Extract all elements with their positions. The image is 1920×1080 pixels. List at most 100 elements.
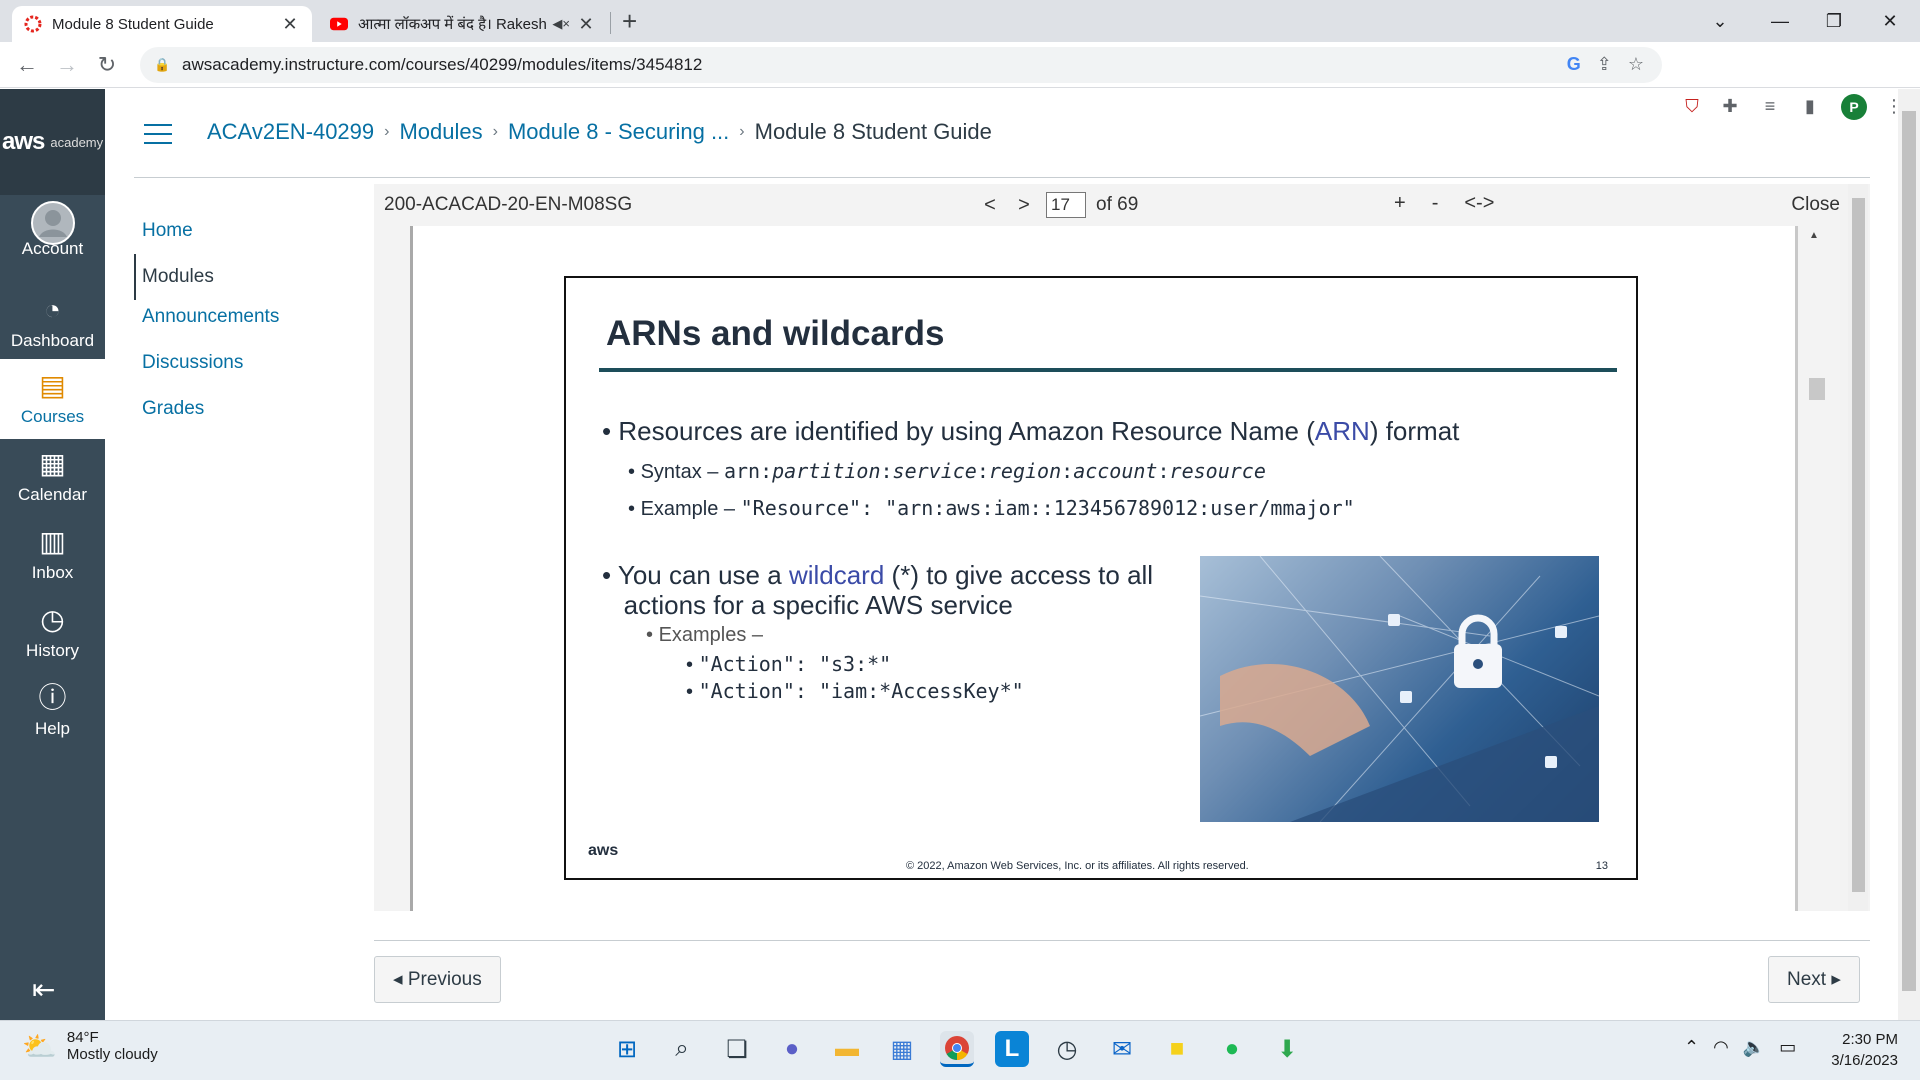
- document-name: 200-ACACAD-20-EN-M08SG: [384, 194, 633, 215]
- task-view-icon[interactable]: ❏: [720, 1031, 754, 1067]
- temperature: 84°F: [66, 1029, 99, 1046]
- extensions-puzzle-icon[interactable]: ✚: [1716, 92, 1744, 120]
- new-tab-button[interactable]: +: [622, 6, 637, 36]
- minimize-button[interactable]: —: [1752, 0, 1808, 42]
- sticky-notes-icon[interactable]: ■: [1160, 1031, 1194, 1067]
- chevron-right-icon: ›: [739, 123, 745, 140]
- title-rule: [599, 368, 1617, 372]
- bookmark-star-icon[interactable]: ☆: [1628, 54, 1644, 75]
- wifi-icon[interactable]: ◠: [1713, 1037, 1729, 1058]
- share-icon[interactable]: ⇪: [1597, 54, 1612, 75]
- address-bar[interactable]: 🔒 awsacademy.instructure.com/courses/402…: [140, 47, 1662, 83]
- fit-width-button[interactable]: <->: [1464, 192, 1494, 215]
- next-page-button[interactable]: >: [1012, 194, 1036, 217]
- tab-close-icon[interactable]: ✕: [576, 14, 596, 35]
- slide-title: ARNs and wildcards: [606, 314, 945, 353]
- tab-youtube[interactable]: आत्मा लॉकअप में बंद है। Rakesh ◀× ✕: [318, 6, 608, 42]
- clock-app-icon[interactable]: ◷: [1050, 1031, 1084, 1067]
- breadcrumb-modules[interactable]: Modules: [399, 119, 482, 145]
- tab-search-icon[interactable]: ⌄: [1692, 0, 1748, 42]
- file-explorer-icon[interactable]: ▬: [830, 1031, 864, 1067]
- global-nav-calendar[interactable]: ▦ Calendar: [0, 447, 105, 505]
- scrollbar-thumb[interactable]: [1852, 198, 1865, 892]
- zoom-out-button[interactable]: -: [1432, 192, 1439, 215]
- speaker-muted-icon[interactable]: ◀×: [552, 16, 570, 32]
- next-button[interactable]: Next ▸: [1768, 956, 1860, 1003]
- taskbar-apps: ⊞ ⌕ ❏ ● ▬ ▦ L ◷ ✉ ■ ● ⬇: [610, 1031, 1304, 1067]
- course-nav-announcements[interactable]: Announcements: [134, 300, 364, 346]
- previous-page-button[interactable]: <: [978, 194, 1002, 217]
- start-windows-icon[interactable]: ⊞: [610, 1031, 644, 1067]
- tab-module-8-student-guide[interactable]: Module 8 Student Guide ✕: [12, 6, 312, 42]
- system-tray: ⌃ ◠ 🔈 ▭: [1684, 1037, 1796, 1058]
- breadcrumb-course[interactable]: ACAv2EN-40299: [207, 119, 374, 145]
- l-app-icon[interactable]: L: [995, 1031, 1029, 1067]
- slide: ARNs and wildcards • Resources are ident…: [564, 276, 1638, 880]
- breadcrumb: ACAv2EN-40299 › Modules › Module 8 - Sec…: [207, 119, 992, 145]
- security-laptop-image: [1200, 556, 1599, 822]
- chevron-up-icon[interactable]: ⌃: [1684, 1037, 1699, 1058]
- volume-icon[interactable]: 🔈: [1743, 1037, 1765, 1058]
- global-navigation: aws academy Account ◔ Dashboard ▤ Course…: [0, 89, 105, 1020]
- viewer-outer-scrollbar[interactable]: [1848, 184, 1868, 911]
- course-nav-discussions[interactable]: Discussions: [134, 346, 364, 392]
- close-viewer-button[interactable]: Close: [1791, 194, 1840, 216]
- global-nav-inbox[interactable]: ▥ Inbox: [0, 525, 105, 583]
- viewer-scrollbar[interactable]: ▲: [1800, 228, 1828, 911]
- google-translate-icon[interactable]: G: [1567, 54, 1581, 75]
- slide-page-number: 13: [1595, 860, 1608, 872]
- page-count: of 69: [1096, 194, 1139, 215]
- microsoft-store-icon[interactable]: ▦: [885, 1031, 919, 1067]
- scrollbar-thumb[interactable]: [1902, 111, 1916, 991]
- collapse-nav-icon[interactable]: ⇤: [32, 973, 55, 1006]
- global-nav-history[interactable]: ◷ History: [0, 603, 105, 661]
- profile-avatar[interactable]: P: [1841, 94, 1867, 120]
- chevron-right-icon: ›: [384, 123, 390, 140]
- taskbar-clock[interactable]: 2:30 PM 3/16/2023: [1831, 1029, 1898, 1071]
- previous-button[interactable]: ◂ Previous: [374, 956, 501, 1003]
- download-app-icon[interactable]: ⬇: [1270, 1031, 1304, 1067]
- global-nav-courses[interactable]: ▤ Courses: [0, 359, 105, 439]
- clock-time: 2:30 PM: [1842, 1031, 1898, 1048]
- breadcrumb-module-8[interactable]: Module 8 - Securing ...: [508, 119, 729, 145]
- forward-icon[interactable]: →: [52, 50, 82, 80]
- dashboard-icon: ◔: [44, 294, 61, 325]
- search-icon[interactable]: ⌕: [665, 1031, 699, 1067]
- aws-academy-logo[interactable]: aws academy: [0, 89, 105, 195]
- viewer-toolbar: 200-ACACAD-20-EN-M08SG < > 17 of 69 + - …: [374, 184, 1854, 226]
- back-icon[interactable]: ←: [12, 50, 42, 80]
- canvas-favicon-icon: [24, 15, 42, 33]
- close-window-button[interactable]: ✕: [1862, 0, 1918, 42]
- partly-cloudy-icon: ⛅: [22, 1030, 57, 1062]
- global-nav-account[interactable]: Account: [0, 201, 105, 259]
- youtube-favicon-icon: [330, 15, 348, 33]
- teams-chat-icon[interactable]: ●: [775, 1031, 809, 1067]
- battery-icon[interactable]: ▭: [1779, 1037, 1796, 1058]
- course-nav-modules[interactable]: Modules: [134, 254, 364, 300]
- tab-title: आत्मा लॉकअप में बंद है। Rakesh: [358, 16, 547, 33]
- chrome-icon[interactable]: [940, 1031, 974, 1067]
- scroll-up-icon[interactable]: ▲: [1809, 230, 1819, 241]
- mail-icon[interactable]: ✉: [1105, 1031, 1139, 1067]
- aws-footer-logo: aws: [588, 842, 619, 859]
- tab-close-icon[interactable]: ✕: [280, 14, 300, 35]
- course-menu-hamburger-icon[interactable]: [144, 124, 172, 144]
- extension-shield-icon[interactable]: ⛉: [1678, 92, 1706, 120]
- scrollbar-thumb[interactable]: [1809, 378, 1825, 400]
- reload-icon[interactable]: ↻: [92, 50, 122, 80]
- global-nav-dashboard[interactable]: ◔ Dashboard: [0, 293, 105, 351]
- spotify-icon[interactable]: ●: [1215, 1031, 1249, 1067]
- page-number-input[interactable]: 17: [1046, 192, 1086, 218]
- course-nav-grades[interactable]: Grades: [134, 392, 364, 438]
- clock-date: 3/16/2023: [1831, 1052, 1898, 1069]
- page-scrollbar[interactable]: [1898, 89, 1920, 1020]
- browser-tab-bar: Module 8 Student Guide ✕ आत्मा लॉकअप में…: [0, 0, 1920, 42]
- browser-toolbar: ← → ↻ 🔒 awsacademy.instructure.com/cours…: [0, 42, 1920, 120]
- global-nav-help[interactable]: ⓘ Help: [0, 681, 105, 739]
- media-control-icon[interactable]: ≡: [1756, 92, 1784, 120]
- inbox-icon: ▥: [39, 526, 66, 557]
- restore-button[interactable]: ❐: [1806, 0, 1862, 42]
- zoom-in-button[interactable]: +: [1394, 192, 1406, 215]
- weather-widget[interactable]: ⛅ 84°F Mostly cloudy: [22, 1029, 158, 1063]
- side-panel-icon[interactable]: ▮: [1796, 92, 1824, 120]
